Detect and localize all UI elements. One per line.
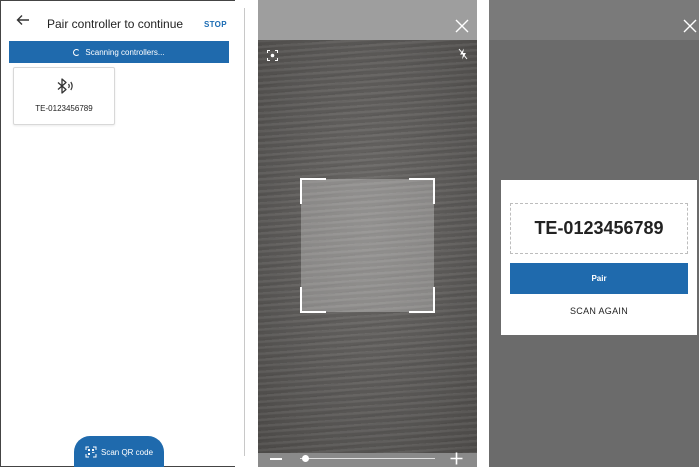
back-arrow-icon[interactable] bbox=[16, 13, 30, 27]
qr-scan-frame bbox=[300, 178, 435, 313]
qr-scan-icon bbox=[85, 446, 97, 458]
scan-qr-code-label: Scan QR code bbox=[100, 447, 154, 457]
flash-off-icon[interactable] bbox=[458, 48, 468, 60]
zoom-slider-handle[interactable] bbox=[301, 455, 309, 462]
zoom-controls-bar bbox=[258, 453, 477, 467]
frame-corner bbox=[300, 178, 326, 204]
focus-icon[interactable] bbox=[267, 50, 278, 61]
scan-qr-code-button[interactable]: Scan QR code bbox=[74, 436, 164, 467]
controller-code: TE-0123456789 bbox=[510, 203, 688, 254]
zoom-in-button[interactable] bbox=[450, 452, 463, 465]
scanner-top-bar bbox=[258, 0, 477, 40]
close-icon[interactable] bbox=[683, 19, 697, 33]
frame-corner bbox=[409, 287, 435, 313]
scroll-divider bbox=[244, 8, 245, 456]
bluetooth-searching-icon bbox=[57, 78, 73, 94]
zoom-out-button[interactable] bbox=[270, 458, 282, 460]
pair-controller-screen: Pair controller to continue STOP Scannin… bbox=[0, 0, 235, 467]
controller-name: TE-0123456789 bbox=[35, 104, 93, 113]
zoom-slider[interactable] bbox=[300, 458, 435, 459]
confirm-top-bar bbox=[489, 0, 699, 40]
page-title: Pair controller to continue bbox=[47, 17, 184, 31]
qr-scanner-screen bbox=[258, 0, 477, 467]
stop-button[interactable]: STOP bbox=[204, 20, 227, 29]
scan-again-button[interactable]: SCAN AGAIN bbox=[510, 306, 688, 316]
confirm-pair-screen: TE-0123456789 Pair SCAN AGAIN bbox=[489, 0, 699, 467]
close-icon[interactable] bbox=[455, 19, 469, 33]
frame-corner bbox=[300, 287, 326, 313]
controller-card[interactable]: TE-0123456789 bbox=[13, 67, 115, 125]
scanning-status-text: Scanning controllers... bbox=[85, 47, 165, 57]
pair-confirm-dialog: TE-0123456789 Pair SCAN AGAIN bbox=[501, 180, 697, 335]
frame-corner bbox=[409, 178, 435, 204]
spinner-icon bbox=[73, 48, 81, 56]
pair-button[interactable]: Pair bbox=[510, 263, 688, 294]
app-header: Pair controller to continue STOP bbox=[1, 1, 236, 41]
scanning-status-bar: Scanning controllers... bbox=[9, 41, 229, 63]
